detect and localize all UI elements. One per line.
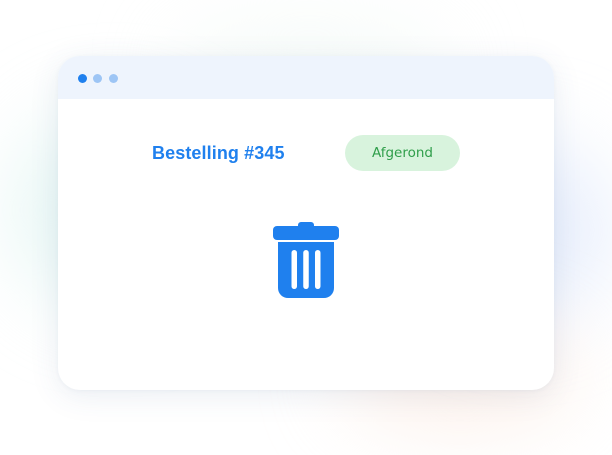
window-dot-1[interactable] <box>78 74 87 83</box>
window-dot-2[interactable] <box>93 74 102 83</box>
window-titlebar <box>58 56 554 99</box>
window-dot-3[interactable] <box>109 74 118 83</box>
order-title: Bestelling #345 <box>152 143 285 163</box>
browser-window: Bestelling #345 Afgerond <box>58 56 554 390</box>
status-badge: Afgerond <box>345 135 460 171</box>
trash-icon[interactable] <box>273 222 339 298</box>
